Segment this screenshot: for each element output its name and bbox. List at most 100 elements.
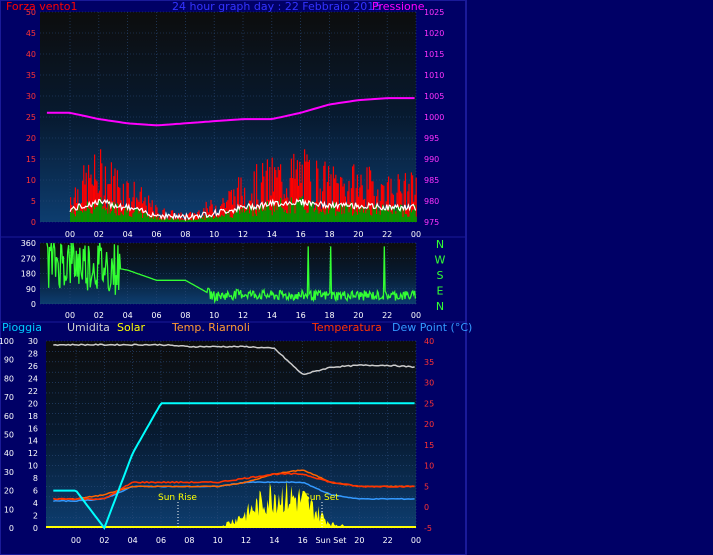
wind-average-bar [322, 209, 324, 222]
rain-tick-label: 12 [28, 449, 38, 458]
hour-label: 16 [298, 536, 308, 545]
wind-average-bar [146, 216, 148, 222]
wind-average-bar [386, 210, 388, 222]
humidity-tick-label: 90 [4, 356, 14, 365]
rain-tick-label: 18 [28, 412, 38, 421]
hour-label: 20 [353, 311, 363, 320]
wind-average-bar [218, 216, 220, 222]
humidity-tick-label: 0 [9, 524, 14, 533]
chart-title: 24 hour graph day : 22 Febbraio 2015 [172, 0, 381, 13]
wind-average-bar [350, 202, 352, 222]
wind-average-bar [144, 212, 146, 222]
wind-average-bar [390, 212, 392, 222]
wind-average-bar [154, 216, 156, 222]
sunset-label: Sun Set [304, 493, 339, 503]
wind-average-bar [271, 215, 273, 222]
wind-average-bar [182, 220, 184, 222]
wind-average-bar [156, 219, 158, 222]
wind-average-bar [352, 215, 354, 222]
wind-average-bar [310, 205, 312, 222]
wind-average-bar [204, 220, 206, 222]
wind-average-bar [199, 218, 201, 222]
wind-average-bar [361, 206, 363, 222]
wind-average-bar [173, 220, 175, 222]
wind-average-bar [275, 205, 277, 222]
wind-average-bar [155, 217, 157, 222]
wind-average-bar [170, 217, 172, 222]
wind-average-bar [166, 218, 168, 222]
wind-average-bar [378, 211, 380, 222]
humidity-tick-label: 40 [4, 449, 14, 458]
pressure-tick-label: 1025 [424, 8, 444, 17]
wind-average-bar [316, 206, 318, 222]
wind-average-bar [368, 209, 370, 222]
wind-average-bar [246, 209, 248, 222]
wind-average-bar [148, 214, 150, 222]
rain-tick-label: 16 [28, 424, 38, 433]
wind-average-bar [407, 216, 409, 222]
legend-humidity: Umidita [67, 321, 110, 334]
rain-tick-label: 24 [28, 374, 38, 383]
wind-average-bar [384, 209, 386, 222]
wind-average-bar [239, 213, 241, 222]
hour-label: 22 [382, 311, 392, 320]
wind-average-bar [79, 210, 81, 222]
direction-tick-label: 90 [26, 285, 36, 294]
wind-average-bar [95, 207, 97, 222]
wind-average-bar [222, 215, 224, 222]
wind-average-bar [109, 213, 111, 222]
wind-average-bar [396, 206, 398, 222]
wind-tick-label: 0 [31, 218, 36, 227]
wind-average-bar [137, 208, 139, 222]
pressure-tick-label: 1010 [424, 71, 444, 80]
hour-label: 08 [180, 311, 190, 320]
wind-average-bar [317, 209, 319, 222]
pressure-tick-label: 980 [424, 197, 439, 206]
wind-average-bar [77, 210, 79, 222]
wind-average-bar [208, 216, 210, 222]
wind-average-bar [360, 209, 362, 222]
wind-average-bar [341, 214, 343, 222]
wind-average-bar [106, 208, 108, 222]
wind-average-bar [209, 217, 211, 222]
wind-average-bar [174, 219, 176, 222]
hour-label: 02 [94, 230, 104, 239]
wind-average-bar [160, 218, 162, 222]
wind-average-bar [412, 210, 414, 222]
wind-average-bar [332, 206, 334, 222]
wind-average-bar [216, 216, 218, 222]
wind-average-bar [127, 208, 129, 222]
wind-average-bar [130, 216, 132, 222]
wind-average-bar [245, 211, 247, 222]
wind-average-bar [197, 219, 199, 222]
wind-average-bar [313, 211, 315, 222]
wind-average-bar [353, 213, 355, 222]
wind-average-bar [202, 218, 204, 222]
wind-average-bar [196, 219, 198, 222]
rain-tick-label: 28 [28, 349, 38, 358]
wind-average-bar [98, 199, 100, 222]
wind-average-bar [391, 214, 393, 222]
wind-average-bar [224, 213, 226, 222]
wind-bar [256, 164, 258, 222]
wind-average-bar [186, 220, 188, 222]
wind-average-bar [262, 211, 264, 222]
wind-average-bar [415, 216, 417, 222]
wind-average-bar [304, 209, 306, 222]
wind-bar [353, 164, 355, 222]
wind-average-bar [265, 206, 267, 222]
wind-average-bar [152, 218, 154, 222]
wind-average-bar [134, 208, 136, 222]
wind-average-bar [162, 218, 164, 222]
hour-label: 14 [269, 536, 279, 545]
hour-label: 14 [267, 230, 277, 239]
wind-average-bar [220, 216, 222, 222]
wind-average-bar [82, 212, 84, 222]
hour-label: 16 [296, 311, 306, 320]
wind-average-bar [346, 204, 348, 222]
wind-average-bar [161, 220, 163, 222]
wind-average-bar [343, 213, 345, 222]
legend-temp-riarnoli: Temp. Riarnoli [171, 321, 250, 334]
wind-bar [163, 208, 165, 222]
wind-average-bar [254, 213, 256, 222]
